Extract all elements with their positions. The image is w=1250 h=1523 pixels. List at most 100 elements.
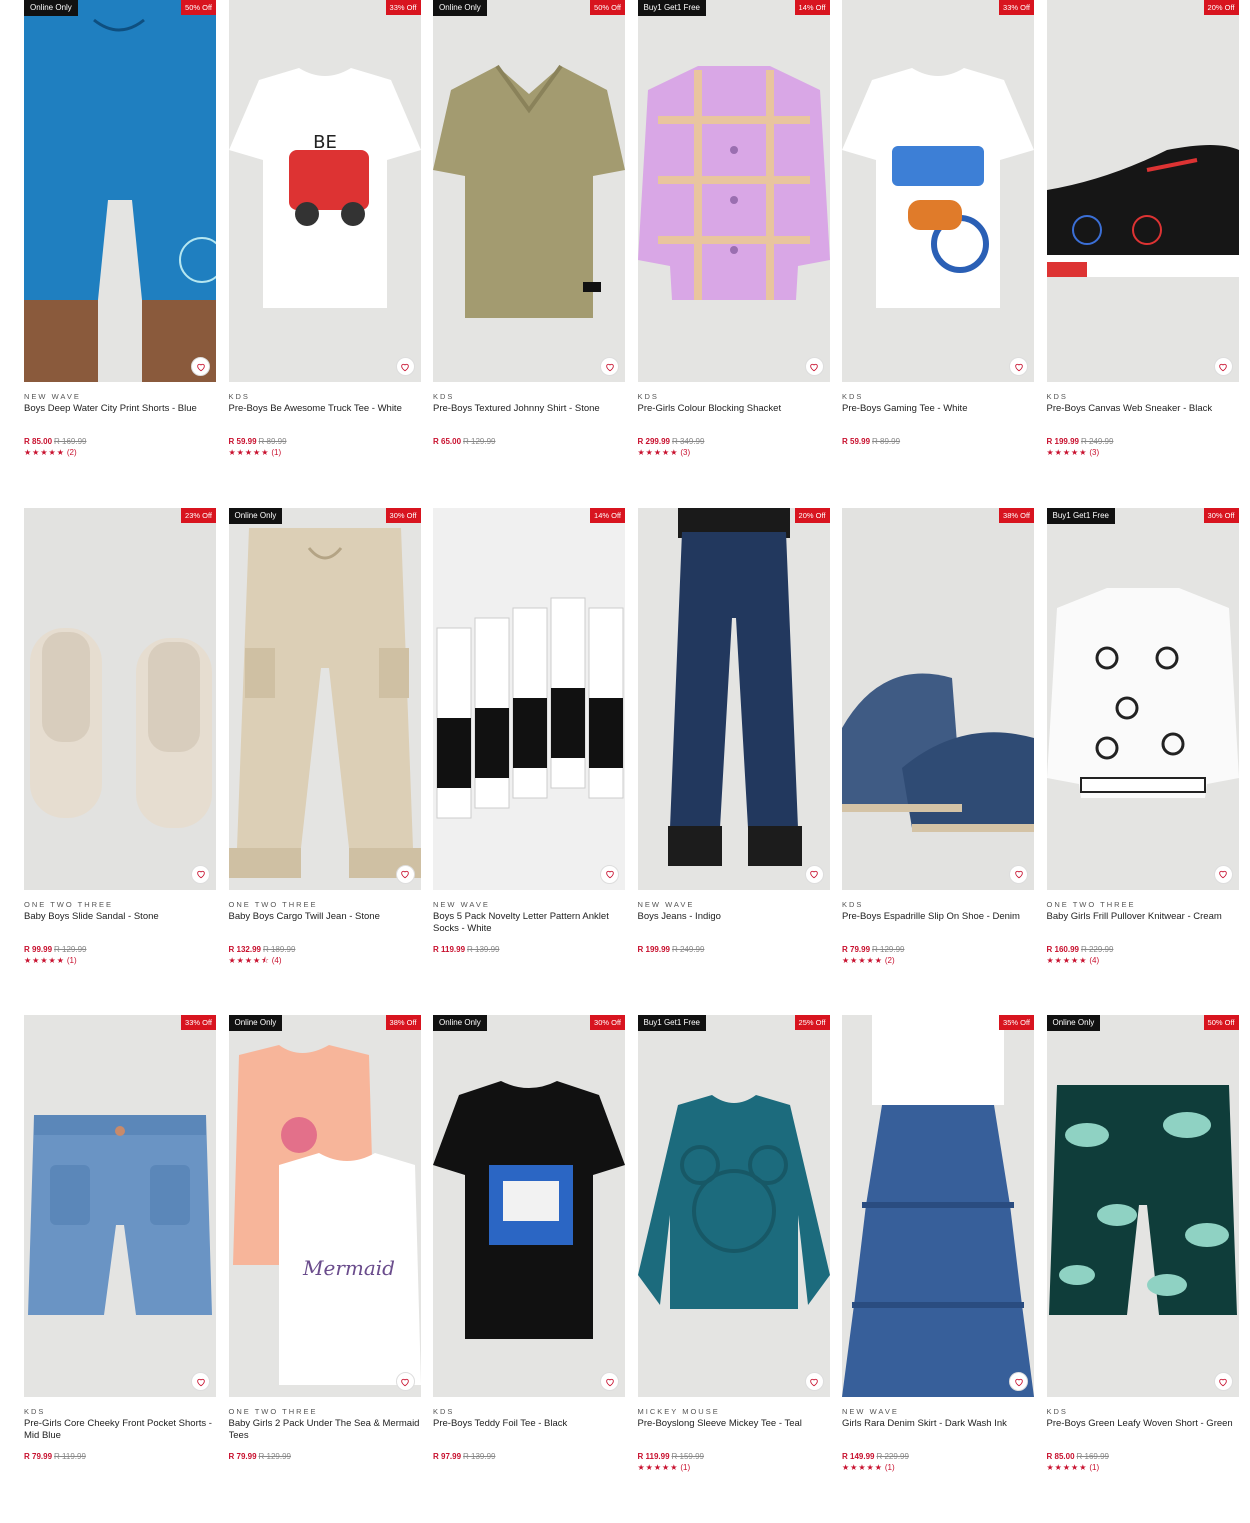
product-image[interactable]: 20% Off <box>1046 0 1239 382</box>
product-image[interactable]: BE 33% Off <box>228 0 421 382</box>
wishlist-button[interactable] <box>804 357 824 376</box>
product-image[interactable]: Buy1 Get1 Free 25% Off <box>637 1015 830 1397</box>
rating: ★★★★★ (1) <box>842 1463 1034 1473</box>
wishlist-button[interactable] <box>600 864 619 884</box>
star-rating: ★★★★⯪ <box>228 955 270 965</box>
product-name[interactable]: Boys Deep Water City Print Shorts - Blue <box>24 403 216 427</box>
product-card[interactable]: 20% Off NEW WAVE Boys Jeans - Indigo R 199.… <box>637 507 830 955</box>
star-rating: ★★★★★ <box>24 955 65 965</box>
product-card[interactable]: 33% Off KDS Pre-Girls Core Cheeky Front Po… <box>24 1015 216 1462</box>
wishlist-button[interactable] <box>1213 864 1233 884</box>
product-image[interactable]: Buy1 Get1 Free 30% Off <box>1046 507 1239 890</box>
discount-badge: 33% Off <box>385 0 421 15</box>
product-card[interactable]: Buy1 Get1 Free 30% Off ONE TWO THREE Baby G… <box>1046 507 1239 966</box>
wishlist-button[interactable] <box>1009 357 1028 376</box>
review-count: (3) <box>1089 448 1100 457</box>
product-name[interactable]: Girls Rara Denim Skirt - Dark Wash Ink <box>842 1418 1034 1442</box>
product-image[interactable]: 20% Off <box>637 507 830 890</box>
product-image[interactable]: 33% Off <box>24 1015 216 1397</box>
rating: ★★★★★ (3) <box>1047 448 1239 458</box>
original-price: R 129.99 <box>872 944 905 954</box>
product-card[interactable]: 33% Off KDS Pre-Boys Gaming Tee - White R 5… <box>842 0 1034 447</box>
wishlist-button[interactable] <box>804 1372 824 1391</box>
product-image[interactable]: Online Only 50% Off <box>433 0 625 382</box>
wishlist-button[interactable] <box>395 864 415 884</box>
product-name[interactable]: Pre-Girls Colour Blocking Shacket <box>638 403 830 427</box>
product-card[interactable]: 20% Off KDS Pre-Boys Canvas Web Sneaker - … <box>1046 0 1239 458</box>
product-brand: KDS <box>228 392 250 401</box>
wishlist-button[interactable] <box>1213 1372 1233 1391</box>
product-image[interactable]: Online Only 50% Off <box>24 0 216 382</box>
product-row: 23% Off ONE TWO THREE Baby Boys Slide Sand… <box>24 507 1239 1016</box>
review-count: (1) <box>884 1463 895 1472</box>
product-name[interactable]: Pre-Boys Canvas Web Sneaker - Black <box>1047 403 1239 427</box>
product-name[interactable]: Pre-Boyslong Sleeve Mickey Tee - Teal <box>638 1418 830 1442</box>
product-name[interactable]: Boys Jeans - Indigo <box>638 911 830 935</box>
product-card[interactable]: Buy1 Get1 Free 14% Off KDS Pre-Girls Colour… <box>637 0 830 458</box>
product-card[interactable]: 35% Off NEW WAVE Girls Rara Denim Skirt - … <box>842 1015 1034 1473</box>
wishlist-button[interactable] <box>395 357 415 376</box>
product-name[interactable]: Pre-Boys Gaming Tee - White <box>842 403 1034 427</box>
product-card[interactable]: 14% Off NEW WAVE Boys 5 Pack Novelty Lette… <box>433 507 625 955</box>
product-card[interactable]: Buy1 Get1 Free 25% Off MICKEY MOUSE Pre-Boy… <box>637 1015 830 1473</box>
product-name[interactable]: Boys 5 Pack Novelty Letter Pattern Ankle… <box>433 911 625 935</box>
sale-price: R 65.00 <box>433 437 462 446</box>
product-image[interactable]: 38% Off <box>842 507 1034 890</box>
original-price: R 129.99 <box>258 1452 291 1461</box>
product-image[interactable]: Mermaid Online Only 38% Off <box>228 1015 421 1397</box>
original-price: R 159.99 <box>671 1452 704 1461</box>
product-name[interactable]: Pre-Girls Core Cheeky Front Pocket Short… <box>24 1418 216 1442</box>
wishlist-button[interactable] <box>600 357 619 376</box>
wishlist-button[interactable] <box>191 864 210 884</box>
price-line: R 119.99 R 159.99 <box>638 1452 830 1462</box>
wishlist-button[interactable] <box>191 357 210 376</box>
wishlist-button[interactable] <box>191 1372 210 1391</box>
product-name[interactable]: Baby Girls Frill Pullover Knitwear - Cre… <box>1047 911 1239 935</box>
wishlist-button[interactable] <box>600 1372 619 1391</box>
product-name[interactable]: Baby Boys Cargo Twill Jean - Stone <box>229 911 421 935</box>
product-name[interactable]: Pre-Boys Be Awesome Truck Tee - White <box>229 403 421 427</box>
product-image[interactable]: Online Only 50% Off <box>1046 1015 1239 1397</box>
product-image[interactable]: 23% Off <box>24 507 216 890</box>
product-image[interactable]: 33% Off <box>842 0 1034 382</box>
product-card[interactable]: 23% Off ONE TWO THREE Baby Boys Slide Sand… <box>24 507 216 966</box>
star-rating: ★★★★★ <box>1046 1463 1088 1472</box>
product-card[interactable]: Mermaid Online Only 38% Off ONE TWO THREE Ba… <box>228 1015 421 1462</box>
product-image[interactable]: Online Only 30% Off <box>228 507 421 890</box>
original-price: R 249.99 <box>671 944 705 954</box>
product-photo <box>433 507 625 890</box>
product-card[interactable]: Online Only 30% Off ONE TWO THREE Baby Boys… <box>228 507 421 966</box>
price-line: R 59.99 R 89.99 <box>842 437 1034 447</box>
product-image[interactable]: 14% Off <box>433 507 625 890</box>
product-card[interactable]: Online Only 30% Off KDS Pre-Boys Teddy Foil… <box>433 1015 625 1462</box>
product-name[interactable]: Baby Girls 2 Pack Under The Sea & Mermai… <box>229 1418 421 1442</box>
promo-tag: Buy1 Get1 Free <box>1046 507 1115 524</box>
price-line: R 79.99 R 119.99 <box>24 1452 216 1462</box>
product-image[interactable]: Buy1 Get1 Free 14% Off <box>637 0 830 382</box>
product-name[interactable]: Baby Boys Slide Sandal - Stone <box>24 911 216 935</box>
product-brand: NEW WAVE <box>637 899 695 909</box>
product-card[interactable]: 38% Off KDS Pre-Boys Espadrille Slip On Sh… <box>842 507 1034 966</box>
price-line: R 99.99 R 129.99 <box>24 945 216 955</box>
star-rating: ★★★★★ <box>637 448 679 457</box>
review-count: (1) <box>1089 1463 1100 1472</box>
product-name[interactable]: Pre-Boys Textured Johnny Shirt - Stone <box>433 403 625 427</box>
wishlist-button[interactable] <box>804 864 824 884</box>
product-card[interactable]: Online Only 50% Off NEW WAVE Boys Deep Wate… <box>24 0 216 458</box>
wishlist-button[interactable] <box>1009 1372 1028 1391</box>
product-image[interactable]: Online Only 30% Off <box>433 1015 625 1397</box>
wishlist-button[interactable] <box>395 1372 415 1391</box>
wishlist-button[interactable] <box>1213 357 1233 376</box>
product-card[interactable]: BE 33% Off KDS Pre-Boys Be Awesome Truck Te… <box>228 0 421 458</box>
sale-price: R 79.99 <box>228 1452 257 1461</box>
wishlist-button[interactable] <box>1009 864 1028 884</box>
product-name[interactable]: Pre-Boys Espadrille Slip On Shoe - Denim <box>842 911 1034 935</box>
product-name[interactable]: Pre-Boys Green Leafy Woven Short - Green <box>1047 1418 1239 1442</box>
product-brand: ONE TWO THREE <box>228 1407 318 1416</box>
product-image[interactable]: 35% Off <box>842 1015 1034 1397</box>
rating: ★★★★★ (2) <box>842 956 1034 966</box>
product-name[interactable]: Pre-Boys Teddy Foil Tee - Black <box>433 1418 625 1442</box>
discount-badge: 20% Off <box>794 507 830 523</box>
product-card[interactable]: Online Only 50% Off KDS Pre-Boys Textured J… <box>433 0 625 447</box>
product-card[interactable]: Online Only 50% Off KDS Pre-Boys Green Leaf… <box>1046 1015 1239 1473</box>
